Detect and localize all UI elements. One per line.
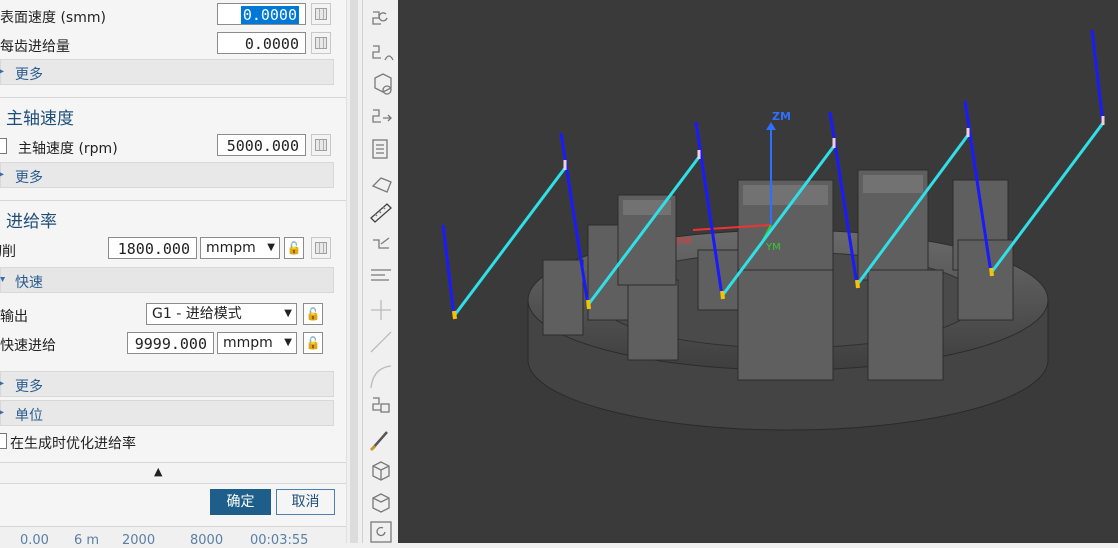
plus-icon[interactable]	[371, 300, 391, 320]
cut-unit-value: mmpm	[206, 240, 256, 256]
lock-icon[interactable]: 🔓	[303, 332, 323, 354]
optimize-label: 在生成时优化进给率	[10, 436, 136, 452]
rapid-group-toggle[interactable]: ▸ 快速	[0, 267, 334, 293]
more-label: 更多	[15, 379, 43, 395]
calculator-icon[interactable]	[311, 237, 331, 259]
brush-icon[interactable]	[369, 431, 388, 452]
lock-icon[interactable]: 🔓	[303, 303, 323, 325]
calculator-icon[interactable]	[311, 32, 331, 54]
toolstrip-icons	[369, 11, 394, 543]
refresh-icon[interactable]	[370, 521, 392, 543]
gear-check-icon[interactable]	[374, 73, 392, 95]
spindle-speed-label: 主轴速度 (rpm)	[18, 141, 118, 157]
units-toggle[interactable]: ▸ 单位	[0, 400, 334, 426]
more-label: 更多	[15, 170, 43, 186]
output-mode-select[interactable]: G1 - 进给模式 ▼	[146, 303, 297, 325]
feedrate-section-header[interactable]: 进给率	[0, 200, 346, 233]
rapid-unit-value: mmpm	[223, 335, 273, 351]
dialog-scrollbar[interactable]	[346, 0, 363, 543]
more-label: 更多	[15, 67, 43, 83]
arc-icon[interactable]	[370, 365, 392, 389]
path-split-icon[interactable]	[372, 397, 390, 413]
cube-edit-icon[interactable]	[372, 493, 390, 513]
shape-orient-icon[interactable]	[371, 177, 392, 193]
spindle-speed-checkbox[interactable]	[0, 138, 7, 154]
spindle-section-header[interactable]: 主轴速度	[0, 97, 346, 130]
chevron-right-icon: ▸	[0, 407, 5, 418]
graphics-toolstrip	[362, 0, 399, 543]
rapid-feed-label: 快速进给	[0, 338, 56, 354]
calculator-icon[interactable]	[311, 134, 331, 156]
feedrate-section-title: 进给率	[6, 212, 57, 232]
chevron-down-icon: ▸	[0, 277, 8, 282]
cancel-button[interactable]: 取消	[276, 489, 335, 515]
feed-per-tooth-row: 每齿进给量 0.0000	[0, 31, 346, 61]
collapse-bar[interactable]: ▲	[0, 462, 346, 484]
spindle-section-title: 主轴速度	[6, 109, 74, 129]
rapid-feed-row: 快速进给 9999.000 mmpm ▼ 🔓	[0, 329, 346, 359]
part-and-toolpath[interactable]: ZM XM YM	[398, 0, 1118, 543]
status-cell: 00:03:55	[250, 533, 309, 548]
document-icon[interactable]	[372, 139, 388, 159]
graphics-viewport[interactable]: ZM XM YM	[398, 0, 1118, 543]
path-reverse-icon[interactable]	[372, 45, 394, 61]
axis-z-label: ZM	[772, 110, 791, 123]
cut-feed-input[interactable]: 1800.000	[108, 237, 197, 259]
more-toggle-spindle[interactable]: ▸ 更多	[0, 162, 334, 188]
path-rotate-icon[interactable]	[372, 11, 388, 25]
cut-feed-row: 切削 1800.000 mmpm ▼ 🔓	[0, 235, 346, 265]
status-cell: 2000	[122, 533, 156, 548]
status-cell: 8000	[190, 533, 224, 548]
dropdown-arrow-icon: ▼	[267, 242, 275, 253]
feed-lines-icon[interactable]	[371, 269, 391, 281]
output-row: 输出 G1 - 进给模式 ▼ 🔓	[0, 300, 346, 330]
surface-speed-input[interactable]: 0.0000	[217, 3, 306, 25]
spindle-speed-row: 主轴速度 (rpm) 5000.000	[0, 133, 346, 163]
output-mode-value: G1 - 进给模式	[152, 306, 242, 322]
rapid-title: 快速	[15, 275, 43, 291]
chevron-right-icon: ▸	[0, 169, 5, 180]
more-toggle-feed[interactable]: ▸ 更多	[0, 59, 334, 85]
output-label: 输出	[0, 309, 28, 325]
more-toggle-feedrate[interactable]: ▸ 更多	[0, 371, 334, 397]
rapid-feed-input[interactable]: 9999.000	[127, 332, 214, 354]
status-row: 0.00 6 m 2000 8000 00:03:55	[0, 526, 346, 548]
operation-dialog: 表面速度 (smm) 0.0000 每齿进给量 0.0000 ▸ 更多 主轴速度…	[0, 0, 346, 548]
retract-move	[1090, 29, 1105, 124]
ruler-icon[interactable]	[370, 203, 392, 223]
cut-unit-select[interactable]: mmpm ▼	[200, 237, 280, 259]
rapid-unit-select[interactable]: mmpm ▼	[217, 332, 297, 354]
ok-button[interactable]: 确定	[210, 489, 271, 515]
path-export-icon[interactable]	[372, 109, 392, 123]
dropdown-arrow-icon: ▼	[284, 337, 292, 348]
status-cell: 0.00	[20, 533, 49, 548]
chevron-right-icon: ▸	[0, 378, 5, 389]
surface-speed-label: 表面速度 (smm)	[0, 10, 106, 26]
cut-label: 切削	[0, 244, 16, 260]
axis-y-label: YM	[765, 242, 781, 253]
dropdown-arrow-icon: ▼	[284, 308, 292, 319]
engage-move	[441, 224, 456, 317]
units-label: 单位	[15, 408, 43, 424]
chevron-up-icon: ▲	[154, 465, 163, 478]
lock-icon[interactable]: 🔓	[284, 237, 304, 259]
toolpath-edit-icon[interactable]	[373, 237, 390, 249]
feed-per-tooth-input[interactable]: 0.0000	[217, 32, 306, 54]
optimize-row: 在生成时优化进给率	[0, 428, 346, 458]
spindle-speed-input[interactable]: 5000.000	[217, 134, 306, 156]
axis-x-label: XM	[676, 236, 691, 247]
surface-speed-row: 表面速度 (smm) 0.0000	[0, 2, 346, 32]
status-cell: 6 m	[74, 533, 100, 548]
calculator-icon[interactable]	[311, 3, 331, 25]
chevron-right-icon: ▸	[0, 66, 5, 77]
line-icon[interactable]	[370, 331, 392, 353]
feed-per-tooth-label: 每齿进给量	[0, 39, 70, 55]
scrollbar-track[interactable]	[350, 0, 358, 543]
optimize-checkbox[interactable]	[0, 433, 7, 449]
cube-icon[interactable]	[372, 461, 390, 481]
